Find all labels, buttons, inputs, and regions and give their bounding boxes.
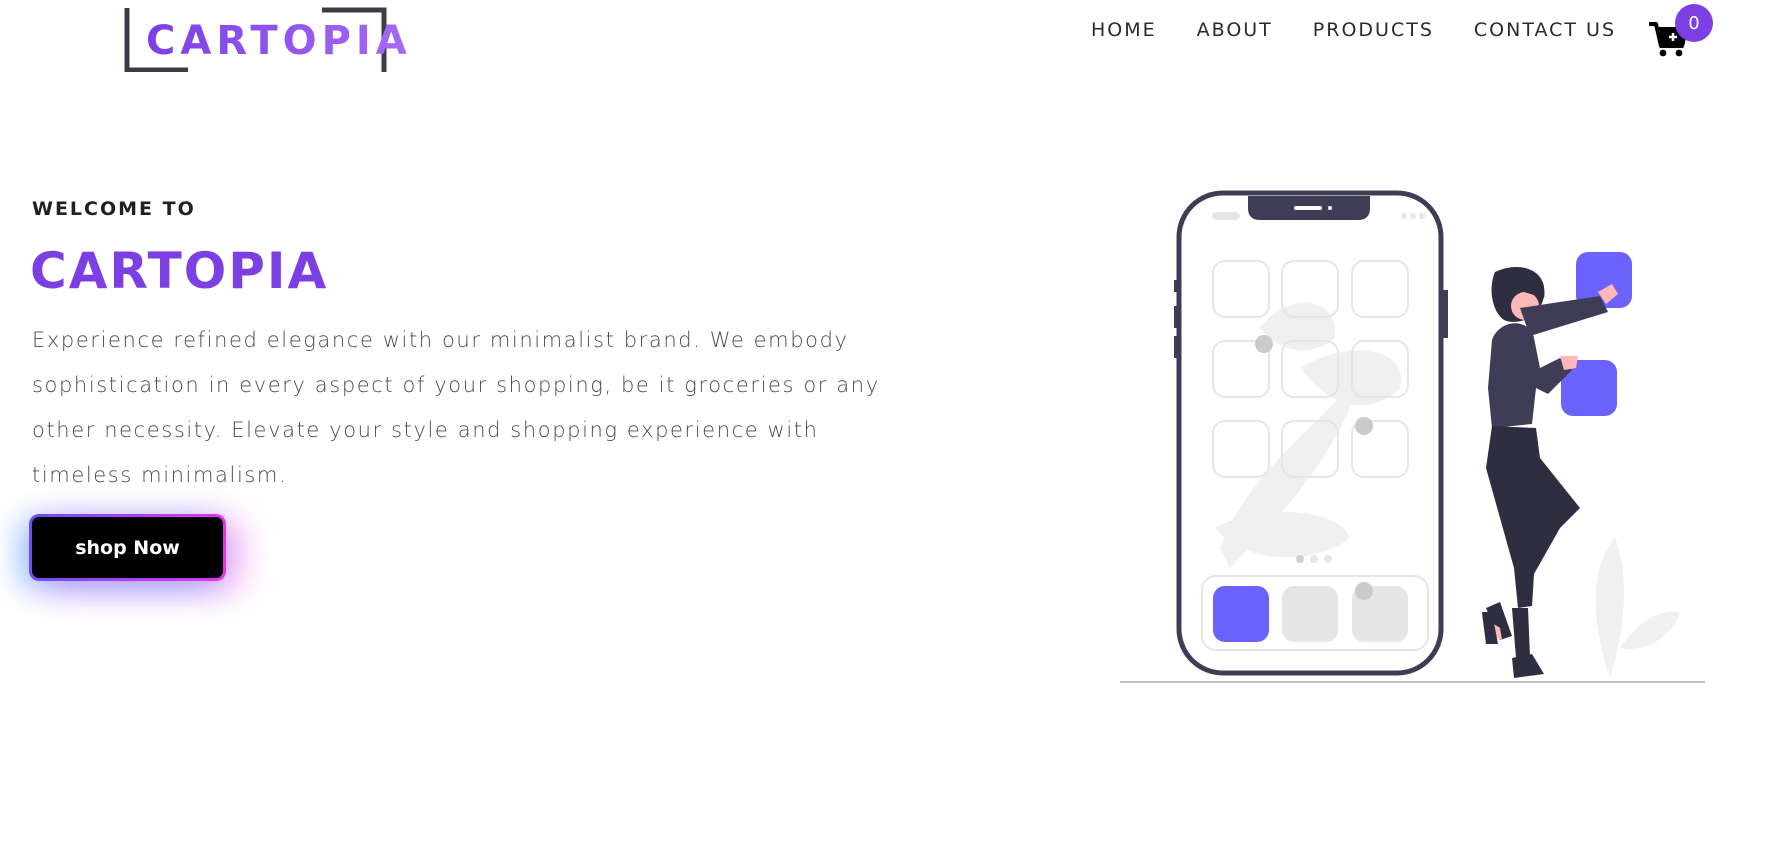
nav-about-link[interactable]: ABOUT bbox=[1197, 18, 1273, 42]
logo-wordmark: CARTOPIA bbox=[146, 18, 412, 64]
hero-title: CARTOPIA bbox=[30, 242, 329, 300]
shop-now-button[interactable]: shop Now bbox=[29, 514, 226, 581]
hero-illustration bbox=[1120, 188, 1730, 688]
phone-woman-illustration bbox=[1120, 190, 1705, 683]
main-nav: HOME ABOUT PRODUCTS CONTACT US bbox=[1051, 18, 1616, 42]
hero-description: Experience refined elegance with our min… bbox=[32, 328, 880, 487]
cart-count-badge: 0 bbox=[1675, 4, 1713, 42]
nav-home-link[interactable]: HOME bbox=[1091, 18, 1157, 42]
hero-kicker: WELCOME TO bbox=[32, 198, 196, 220]
nav-products-link[interactable]: PRODUCTS bbox=[1313, 18, 1434, 42]
brand-logo[interactable]: CARTOPIA bbox=[124, 6, 407, 72]
nav-contact-link[interactable]: CONTACT US bbox=[1474, 18, 1616, 42]
